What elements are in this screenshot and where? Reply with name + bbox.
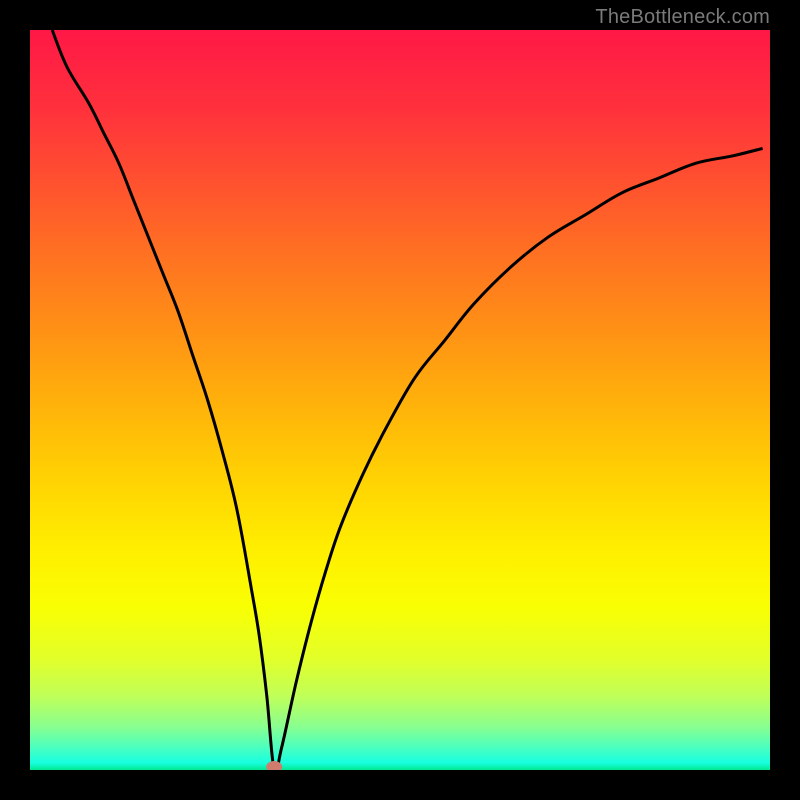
watermark-text: TheBottleneck.com (595, 6, 770, 29)
plot-area (30, 30, 770, 770)
curve-layer (30, 30, 770, 770)
chart-frame: TheBottleneck.com (0, 0, 800, 800)
bottleneck-curve (52, 30, 762, 770)
